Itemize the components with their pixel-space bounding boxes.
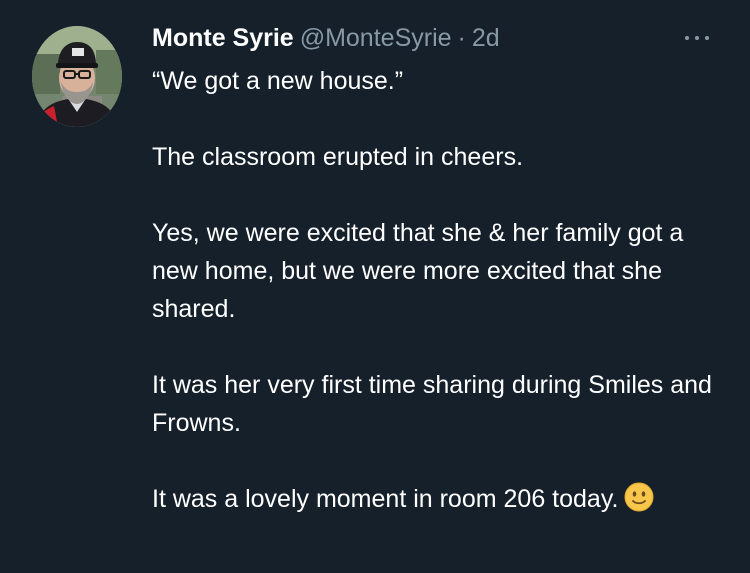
profile-photo-icon bbox=[32, 26, 122, 127]
tweet-card: Monte Syrie @MonteSyrie · 2d “We got a new … bbox=[0, 0, 750, 573]
tweet-paragraph-last: It was a lovely moment in room 206 today… bbox=[152, 480, 727, 523]
tweet-paragraph: “We got a new house.” bbox=[152, 67, 404, 95]
tweet-paragraph: The classroom erupted in cheers. bbox=[152, 143, 524, 171]
header-separator: · bbox=[457, 24, 466, 52]
slightly-smiling-face-icon bbox=[624, 482, 654, 523]
tweet-paragraph-text: It was a lovely moment in room 206 today… bbox=[152, 485, 619, 513]
tweet-header: Monte Syrie @MonteSyrie · 2d bbox=[152, 20, 500, 56]
more-options-icon[interactable] bbox=[682, 32, 712, 44]
tweet-paragraph: Yes, we were excited that she & her fami… bbox=[152, 219, 684, 323]
tweet-body: “We got a new house.” The classroom erup… bbox=[152, 62, 727, 523]
author-display-name[interactable]: Monte Syrie bbox=[152, 24, 294, 52]
tweet-timestamp[interactable]: 2d bbox=[472, 24, 500, 52]
tweet-paragraph: It was her very first time sharing durin… bbox=[152, 371, 712, 437]
author-avatar[interactable] bbox=[32, 26, 122, 127]
author-handle[interactable]: @MonteSyrie bbox=[300, 24, 452, 52]
